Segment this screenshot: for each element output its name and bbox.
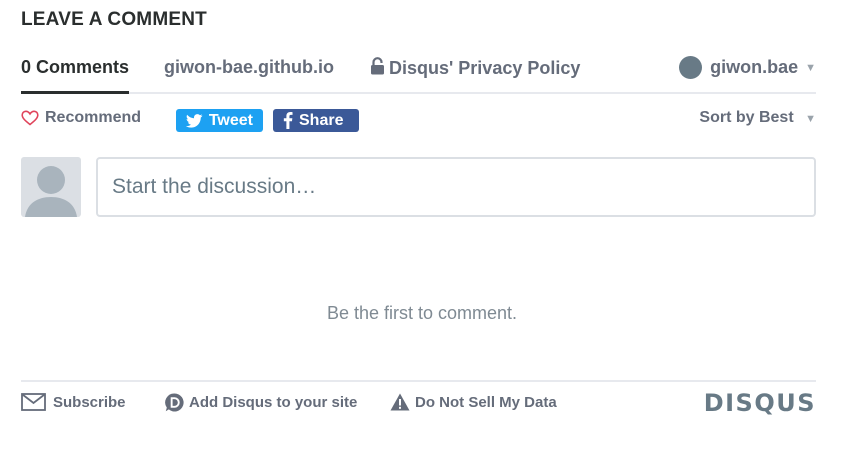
tweet-button[interactable]: Tweet [176,109,263,132]
comment-input[interactable]: Start the discussion… [96,157,816,217]
lock-icon [370,57,385,80]
share-label: Share [299,111,344,129]
chevron-down-icon: ▼ [805,113,816,125]
add-disqus-link[interactable]: Add Disqus to your site [165,393,357,412]
privacy-policy-label: Disqus' Privacy Policy [389,58,581,78]
comment-toolbar: Recommend Tweet Share Sort by Best ▼ [21,107,816,133]
subscribe-label: Subscribe [53,393,126,411]
do-not-sell-link[interactable]: Do Not Sell My Data [390,393,557,411]
user-menu[interactable]: giwon.bae ▼ [679,56,816,79]
disqus-logo[interactable]: DISQUS [704,389,816,417]
comments-nav: 0 Comments giwon-bae.github.io Disqus' P… [21,54,816,94]
empty-state-message: Be the first to comment. [326,303,518,323]
twitter-icon [186,113,203,128]
guest-avatar [21,157,81,217]
sort-dropdown[interactable]: Sort by Best ▼ [699,109,816,127]
recommend-button[interactable]: Recommend [21,109,141,127]
envelope-icon [21,393,46,411]
nav-divider [21,92,816,94]
section-heading: LEAVE A COMMENT [21,9,207,30]
tweet-label: Tweet [208,111,253,129]
add-disqus-label: Add Disqus to your site [189,394,358,411]
disqus-d-icon [165,393,184,412]
sort-label: Sort by Best [699,109,794,126]
chevron-down-icon: ▼ [805,61,816,74]
subscribe-link[interactable]: Subscribe [21,393,126,411]
user-avatar [679,56,703,79]
share-button[interactable]: Share [273,109,359,132]
tab-comments[interactable]: 0 Comments [21,54,130,94]
warning-icon [390,393,410,411]
footer-divider [21,380,816,382]
facebook-icon [283,112,293,129]
site-link[interactable]: giwon-bae.github.io [164,57,334,78]
recommend-label: Recommend [45,109,142,126]
do-not-sell-label: Do Not Sell My Data [415,393,557,411]
person-icon [25,166,77,217]
privacy-policy-link[interactable]: Disqus' Privacy Policy [370,57,580,80]
user-name: giwon.bae [710,57,799,77]
heart-icon [21,110,39,126]
